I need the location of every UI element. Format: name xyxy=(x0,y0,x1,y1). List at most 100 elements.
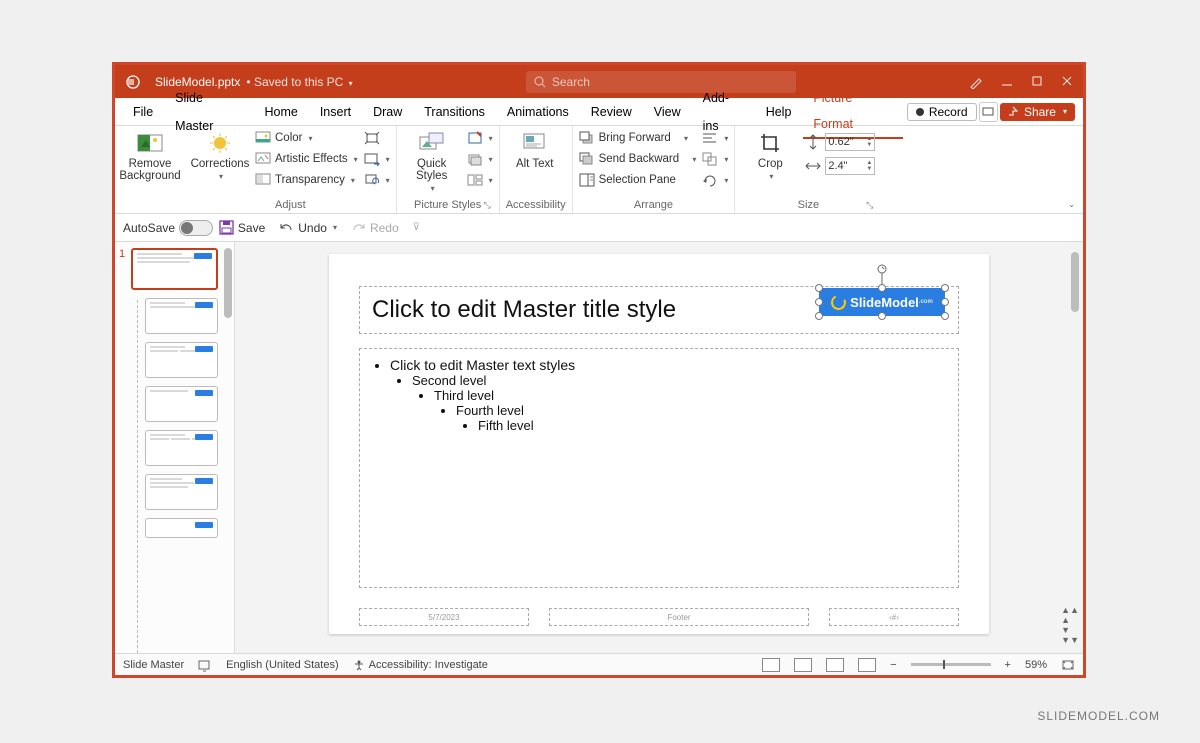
bring-forward-button[interactable]: Bring Forward ▾ xyxy=(579,128,697,148)
layout-thumbnail[interactable] xyxy=(145,386,218,422)
reset-picture-button[interactable]: ▾ xyxy=(364,170,390,190)
normal-view-button[interactable] xyxy=(762,658,780,672)
tab-animations[interactable]: Animations xyxy=(497,98,579,126)
color-button[interactable]: Color ▾ xyxy=(255,128,358,148)
slide-number: 1 xyxy=(119,248,125,260)
master-thumbnail[interactable] xyxy=(131,248,218,290)
slide-canvas-area[interactable]: ▲▲▲▼▼▼ Click to edit Master title style … xyxy=(235,242,1083,653)
accessibility-status[interactable]: Accessibility: Investigate xyxy=(353,659,488,671)
save-button[interactable]: Save xyxy=(219,220,265,235)
close-button[interactable] xyxy=(1061,75,1073,89)
present-button[interactable] xyxy=(979,102,998,122)
tab-draw[interactable]: Draw xyxy=(363,98,412,126)
compress-pictures-button[interactable] xyxy=(364,128,390,148)
ribbon-tabs: File Slide Master Home Insert Draw Trans… xyxy=(115,98,1083,126)
rotate-button[interactable]: ▾ xyxy=(702,170,728,190)
corrections-button[interactable]: Corrections▾ xyxy=(191,128,249,181)
width-input[interactable]: 2.4"▲▼ xyxy=(825,157,875,175)
sorter-view-button[interactable] xyxy=(794,658,812,672)
text-level-2: Second level xyxy=(412,373,946,388)
language-label[interactable]: English (United States) xyxy=(226,659,339,671)
selected-logo-image[interactable]: SlideModel.com xyxy=(819,288,945,316)
pen-icon[interactable] xyxy=(969,75,983,89)
zoom-out-button[interactable]: − xyxy=(890,659,896,671)
search-box[interactable]: Search xyxy=(526,71,796,93)
layout-thumbnail[interactable] xyxy=(145,518,218,538)
bring-forward-icon xyxy=(579,130,595,146)
send-backward-icon xyxy=(579,151,595,167)
layout-thumbnail[interactable] xyxy=(145,298,218,334)
search-icon xyxy=(534,76,546,88)
undo-button[interactable]: Undo▾ xyxy=(279,221,337,235)
layout-thumbnail[interactable] xyxy=(145,430,218,466)
zoom-slider[interactable] xyxy=(911,663,991,666)
tab-review[interactable]: Review xyxy=(581,98,642,126)
border-icon xyxy=(467,130,483,146)
quick-styles-button[interactable]: Quick Styles▾ xyxy=(403,128,461,193)
share-button[interactable]: Share▾ xyxy=(1000,103,1075,121)
size-group-label: Size xyxy=(798,199,819,211)
accessibility-icon xyxy=(353,659,365,671)
tab-home[interactable]: Home xyxy=(254,98,307,126)
thumb-scrollbar[interactable] xyxy=(224,248,232,318)
minimize-button[interactable] xyxy=(1001,75,1013,89)
slide-master-canvas[interactable]: Click to edit Master title style SlideMo… xyxy=(329,254,989,634)
layout-thumbnail[interactable] xyxy=(145,474,218,510)
reading-view-button[interactable] xyxy=(826,658,844,672)
zoom-level[interactable]: 59% xyxy=(1025,659,1047,671)
compress-icon xyxy=(364,130,380,146)
adjust-group-label: Adjust xyxy=(275,199,306,211)
picture-border-button[interactable]: ▾ xyxy=(467,128,493,148)
view-mode-label: Slide Master xyxy=(123,659,184,671)
change-picture-button[interactable]: ▾ xyxy=(364,149,390,169)
status-bar: Slide Master English (United States) Acc… xyxy=(115,653,1083,675)
text-level-4: Fourth level xyxy=(456,403,946,418)
reset-picture-icon xyxy=(364,172,380,188)
layout-thumbnail[interactable] xyxy=(145,342,218,378)
powerpoint-icon xyxy=(125,74,145,90)
date-placeholder[interactable]: 5/7/2023 xyxy=(359,608,529,626)
tab-file[interactable]: File xyxy=(123,98,163,126)
height-input[interactable]: 0.62"▲▼ xyxy=(825,133,875,151)
body-placeholder[interactable]: Click to edit Master text styles Second … xyxy=(359,348,959,588)
footer-placeholder[interactable]: Footer xyxy=(549,608,809,626)
quick-access-toolbar: AutoSave Off Save Undo▾ Redo ⊽ xyxy=(115,214,1083,242)
alt-text-icon xyxy=(522,130,548,156)
tab-view[interactable]: View xyxy=(644,98,691,126)
selection-pane-button[interactable]: Selection Pane xyxy=(579,170,697,190)
remove-background-button[interactable]: Remove Background xyxy=(121,128,179,182)
redo-button[interactable]: Redo xyxy=(351,221,399,235)
text-level-1: Click to edit Master text styles xyxy=(390,357,946,373)
picture-effects-button[interactable]: ▾ xyxy=(467,149,493,169)
autosave-toggle[interactable]: AutoSave Off xyxy=(123,220,205,236)
crop-button[interactable]: Crop▾ xyxy=(741,128,799,181)
picture-layout-button[interactable]: ▾ xyxy=(467,170,493,190)
page-number-placeholder[interactable]: ‹#› xyxy=(829,608,959,626)
alt-text-button[interactable]: Alt Text xyxy=(506,128,564,170)
app-window: SlideModel.pptx • Saved to this PC ▾ Sea… xyxy=(112,62,1086,678)
send-backward-button[interactable]: Send Backward ▾ xyxy=(579,149,697,169)
fit-to-window-button[interactable] xyxy=(1061,659,1075,671)
align-button[interactable]: ▾ xyxy=(702,128,728,148)
color-icon xyxy=(255,130,271,146)
thumbnail-panel[interactable]: 1 xyxy=(115,242,235,653)
tab-insert[interactable]: Insert xyxy=(310,98,361,126)
text-level-3: Third level xyxy=(434,388,946,403)
spellcheck-icon[interactable] xyxy=(198,658,212,672)
record-button[interactable]: Record xyxy=(907,103,977,121)
zoom-in-button[interactable]: + xyxy=(1005,659,1011,671)
rotation-handle-icon[interactable] xyxy=(875,264,889,284)
qat-customize-icon[interactable]: ⊽ xyxy=(413,222,420,233)
undo-icon xyxy=(279,221,294,235)
slideshow-view-button[interactable] xyxy=(858,658,876,672)
collapse-ribbon-icon[interactable]: ⌄ xyxy=(1068,200,1075,209)
maximize-button[interactable] xyxy=(1031,75,1043,89)
group-button[interactable]: ▾ xyxy=(702,149,728,169)
transparency-button[interactable]: Transparency ▾ xyxy=(255,170,358,190)
canvas-scrollbar[interactable] xyxy=(1071,252,1079,312)
navigation-arrows[interactable]: ▲▲▲▼▼▼ xyxy=(1061,605,1079,645)
tab-transitions[interactable]: Transitions xyxy=(414,98,495,126)
artistic-effects-button[interactable]: Artistic Effects ▾ xyxy=(255,149,358,169)
crop-icon xyxy=(757,130,783,156)
tab-help[interactable]: Help xyxy=(756,98,802,126)
